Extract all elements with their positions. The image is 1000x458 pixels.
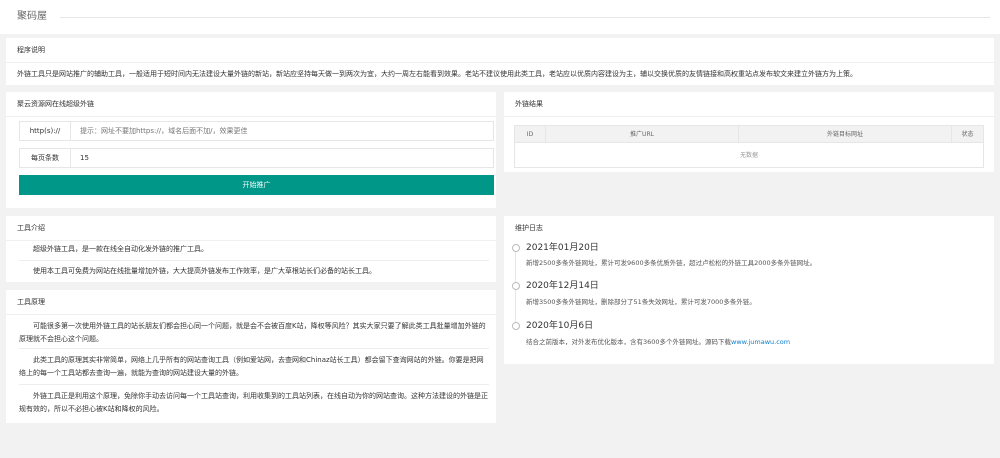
- principle-divider-1: [19, 348, 489, 349]
- url-input[interactable]: [80, 122, 489, 140]
- intro-paragraph-1: 超级外链工具，是一款在线全自动化发外链的推广工具。: [33, 245, 208, 253]
- source-download-link[interactable]: www.jumawu.com: [731, 338, 790, 346]
- maintenance-log-card: 维护日志 2021年01月20日 新增2500多条外链网址，累计可发9600多条…: [504, 216, 994, 364]
- col-promo-url: 推广URL: [545, 125, 739, 143]
- program-description-card: 程序说明 外链工具只是网站推广的辅助工具，一般适用于短时间内无法建设大量外链的新…: [6, 38, 994, 85]
- tool-intro-card: 工具介绍 超级外链工具，是一款在线全自动化发外链的推广工具。 使用本工具可免费为…: [6, 216, 496, 282]
- timeline-dot-icon: [512, 282, 520, 290]
- tool-principle-title: 工具原理: [6, 290, 496, 315]
- header-divider: [60, 17, 990, 18]
- results-card: 外链结果 ID 推广URL 外链目标网址 状态 无数据: [504, 92, 994, 172]
- event-date-2: 2020年12月14日: [526, 281, 599, 291]
- event-date-3: 2020年10月6日: [526, 321, 594, 331]
- results-header-row: ID 推广URL 外链目标网址 状态: [514, 125, 984, 143]
- tool-intro-title: 工具介绍: [6, 216, 496, 241]
- timeline-dot-icon: [512, 244, 520, 252]
- maintenance-log-title: 维护日志: [515, 224, 543, 232]
- count-label: 每页条数: [20, 149, 71, 167]
- col-status: 状态: [951, 125, 984, 143]
- empty-text: 无数据: [514, 142, 984, 168]
- link-form-card: 聚云资源网在线超级外链 http(s):// 每页条数 开始推广: [6, 92, 496, 208]
- program-description-title: 程序说明: [6, 38, 994, 63]
- url-row: http(s)://: [19, 121, 494, 141]
- principle-paragraph-3: 外链工具正是利用这个原理，免除你手动去访问每一个工具站查询，利用收集到的工具站列…: [19, 392, 488, 413]
- principle-paragraph-2: 此类工具的原理其实非常简单，网络上几乎所有的网站查询工具（例如爱站网，去查网和C…: [19, 356, 484, 377]
- col-id: ID: [514, 125, 546, 143]
- intro-divider: [19, 260, 489, 261]
- principle-divider-2: [19, 384, 489, 385]
- link-form-title: 聚云资源网在线超级外链: [6, 92, 496, 117]
- start-promotion-button[interactable]: 开始推广: [19, 175, 494, 195]
- results-title: 外链结果: [504, 92, 994, 117]
- url-label: http(s)://: [20, 122, 71, 140]
- empty-row: 无数据: [514, 142, 984, 168]
- count-row: 每页条数: [19, 148, 494, 168]
- site-title: 聚码屋: [17, 9, 53, 24]
- timeline-dot-icon: [512, 322, 520, 330]
- count-input[interactable]: [80, 149, 489, 167]
- top-header: 聚码屋: [0, 0, 1000, 34]
- timeline: 2021年01月20日 新增2500多条外链网址，累计可发9600多条优质外链，…: [512, 242, 982, 362]
- program-description-text: 外链工具只是网站推广的辅助工具，一般适用于短时间内无法建设大量外链的新站，新站应…: [17, 70, 857, 78]
- results-table: ID 推广URL 外链目标网址 状态 无数据: [514, 125, 984, 168]
- timeline-line: [515, 250, 516, 330]
- event-text-1: 新增2500多条外链网址，累计可发9600多条优质外链，超过卢松松的外链工具20…: [526, 259, 817, 267]
- event-text-2: 新增3500多条外链网址，删除部分了51条失效网址，累计可发7000多条外链。: [526, 298, 756, 306]
- event-text-3: 结合之前版本，对外发布优化版本，含有3600多个外链网址。源码下载www.jum…: [526, 338, 790, 348]
- tool-principle-card: 工具原理 可能很多第一次使用外链工具的站长朋友们都会担心同一个问题，就是会不会被…: [6, 290, 496, 423]
- event-text-3-body: 结合之前版本，对外发布优化版本，含有3600多个外链网址。源码下载: [526, 338, 732, 346]
- principle-paragraph-1: 可能很多第一次使用外链工具的站长朋友们都会担心同一个问题，就是会不会被百度K站，…: [19, 322, 486, 343]
- intro-paragraph-2: 使用本工具可免费为网站在线批量增加外链，大大提高外链发布工作效率，是广大草根站长…: [33, 267, 376, 275]
- col-target-url: 外链目标网址: [738, 125, 952, 143]
- event-date-1: 2021年01月20日: [526, 243, 599, 253]
